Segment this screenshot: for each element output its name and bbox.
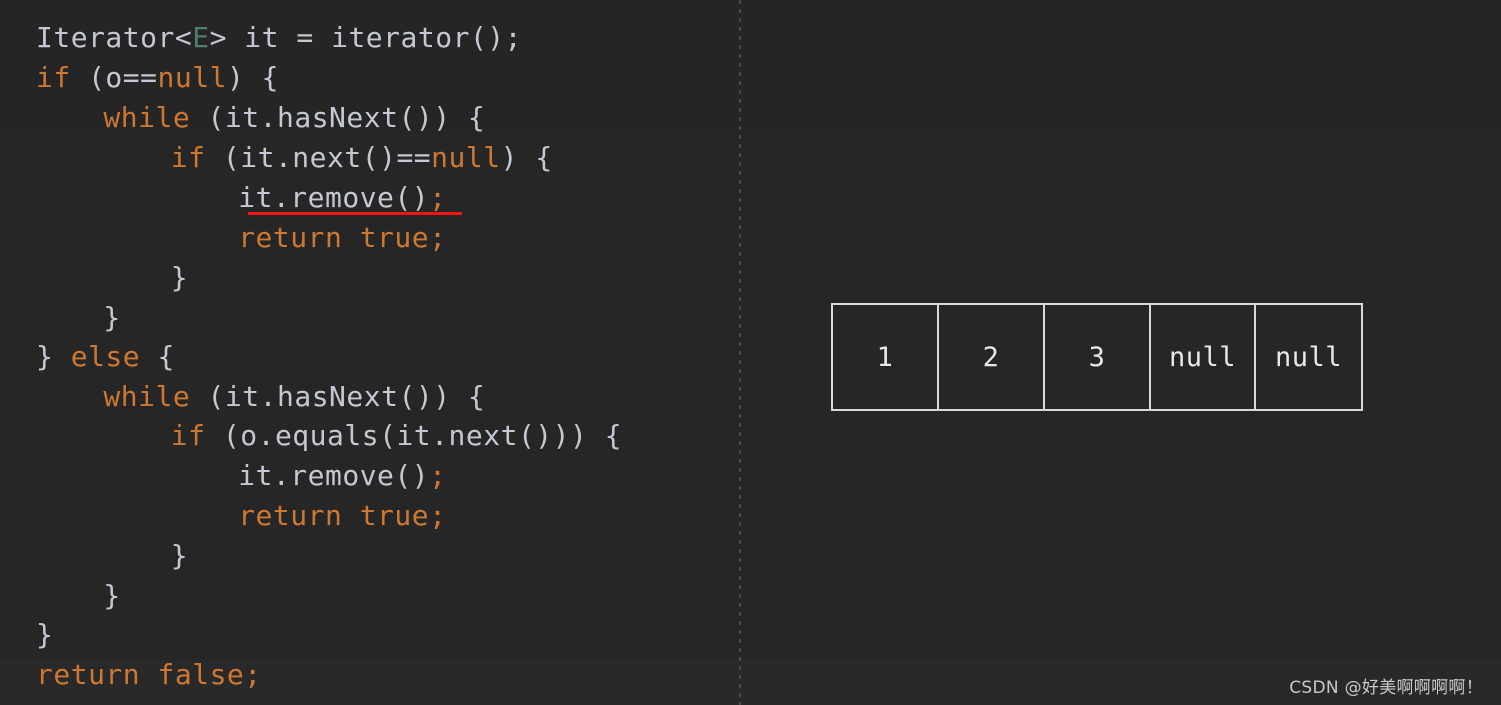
code-line: if (it.next()==null) { — [171, 138, 553, 178]
code-token: { — [140, 340, 175, 373]
code-line: return false; — [36, 655, 262, 695]
code-token: E — [192, 21, 210, 54]
code-token: } — [36, 340, 71, 373]
array-diagram: 1 2 3 null null — [831, 303, 1363, 411]
array-cell-value: null — [1274, 341, 1343, 373]
code-token: } — [170, 261, 189, 294]
code-token: == — [396, 141, 432, 174]
code-line: return true; — [238, 496, 446, 536]
code-line: } — [171, 536, 188, 576]
array-cell: 3 — [1045, 305, 1151, 409]
csdn-watermark: CSDN @好美啊啊啊啊！ — [1289, 678, 1483, 698]
code-token: if — [36, 61, 71, 94]
code-token: (o.equals(it.next())) { — [205, 419, 623, 452]
code-token: it.remove() — [238, 181, 430, 214]
code-line: } — [171, 258, 188, 298]
code-pane: Iterator<E> it = iterator(); if (o==null)… — [0, 0, 739, 705]
code-token: } — [36, 618, 54, 651]
code-token: (it.next() — [205, 141, 397, 174]
code-token: (o — [70, 61, 123, 94]
code-line: if (o.equals(it.next())) { — [171, 416, 622, 456]
code-token: } — [103, 579, 121, 612]
code-line: if (o==null) { — [36, 58, 279, 98]
array-cell: 1 — [833, 305, 939, 409]
code-token: == — [122, 61, 158, 94]
code-token: (it.hasNext()) { — [190, 380, 486, 413]
array-cell-value: 2 — [982, 341, 1000, 373]
array-cell-value: 3 — [1088, 341, 1106, 373]
vertical-dotted-divider — [739, 0, 741, 705]
code-token: } — [170, 539, 189, 572]
code-token: else — [70, 340, 141, 373]
code-token: it.remove() — [238, 459, 430, 492]
code-line: Iterator<E> it = iterator(); — [36, 18, 522, 58]
code-token: ; — [429, 181, 447, 214]
code-line: } else { — [36, 337, 175, 377]
code-line: } — [103, 576, 120, 616]
error-underline — [248, 212, 462, 215]
code-token: return false; — [36, 658, 262, 691]
array-cell: 2 — [939, 305, 1045, 409]
screenshot-root: Iterator<E> it = iterator(); if (o==null)… — [0, 0, 1501, 705]
code-token: if — [170, 141, 206, 174]
code-line: return true; — [238, 218, 446, 258]
code-token: Iterator< — [36, 21, 193, 54]
code-token: (it.hasNext()) { — [190, 101, 486, 134]
code-line: } — [103, 298, 120, 338]
code-token: ; — [429, 459, 447, 492]
code-token: while — [103, 101, 191, 134]
code-token: > it = iterator(); — [209, 21, 523, 54]
code-token: ) { — [226, 61, 280, 94]
array-cell-value: null — [1168, 341, 1237, 373]
code-token: null — [157, 61, 227, 94]
code-token: while — [103, 380, 191, 413]
code-token: return true; — [238, 221, 447, 254]
code-line: } — [36, 615, 53, 655]
code-line: it.remove(); — [238, 456, 446, 496]
code-token: } — [103, 301, 121, 334]
code-line: while (it.hasNext()) { — [103, 98, 485, 138]
array-cell: null — [1151, 305, 1256, 409]
code-token: null — [431, 141, 501, 174]
code-token: ) { — [500, 141, 553, 174]
array-cell-value: 1 — [876, 341, 894, 373]
code-token: return true; — [238, 499, 447, 532]
code-token: if — [170, 419, 206, 452]
array-cell: null — [1256, 305, 1361, 409]
code-line: while (it.hasNext()) { — [103, 377, 485, 417]
